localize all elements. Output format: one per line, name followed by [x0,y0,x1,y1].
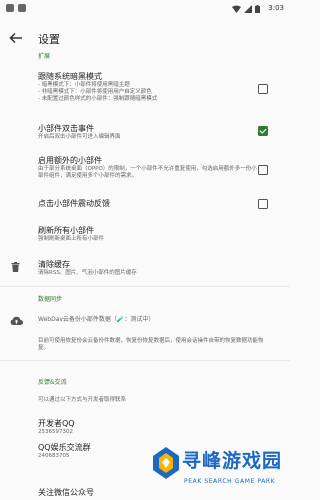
sync-note: 目前可使用恢复份会云备份件数据，恢复份恢复数据后，使用会话操件自带的恢复数据功能… [38,338,264,351]
webdav-backup-item[interactable]: WebDav云备份小部件数据（🧪：测试中） [38,316,258,323]
section-header-expand: 扩展 [38,53,51,60]
webdav-backup-label: WebDav云备份小部件数据（🧪：测试中） [38,316,155,323]
setting-subtitle: 由于部分系统桌面（OPPO）的限制，一个小部件不允许重复使用，勾选启用额外多一份… [38,166,257,179]
setting-title: 清除缓存 [38,260,70,269]
watermark-text-cn: 寻峰游戏园 [182,450,283,472]
developer-qq-value: 2536597302 [38,429,73,435]
notification-icons [6,4,26,12]
status-bar: 3:03 [0,0,290,22]
contact-intro: 可以通过以下方式与开发者取得联系 [38,397,127,403]
setting-double-click[interactable]: 小部件双击事件 开启后双击小部件可进入编辑界面 [38,124,258,141]
divider [0,360,290,361]
setting-follow-dark-mode[interactable]: 跟随系统暗黑模式 - 暗黑模式下：小部件将使用黑暗主题 - 非暗黑模式下：小部件… [38,72,258,103]
notification-icon [6,4,14,12]
notification-icon [18,4,26,12]
setting-clear-cache[interactable]: 清除缓存 清除RSS、图片、气泡小部件的图片缓存 [38,260,258,277]
setting-subtitle: 开启后双击小部件可进入编辑界面 [38,134,121,140]
signal-icon [244,5,252,13]
section-header-feedback: 反馈&交流 [38,379,67,386]
follow-dark-mode-checkbox[interactable] [258,84,268,94]
setting-title: 刷新所有小部件 [38,226,94,235]
watermark-text-en: PEAK SEARCH GAME PARK [184,478,276,485]
setting-subtitle: 强制刷新桌面上所有小部件 [38,236,105,242]
setting-title: 启用额外的小部件 [38,156,102,165]
setting-extra-widget[interactable]: 启用额外的小部件 由于部分系统桌面（OPPO）的限制，一个小部件不允许重复使用，… [38,156,258,180]
vibrate-feedback-checkbox[interactable] [258,199,268,209]
back-arrow-icon[interactable] [8,30,24,46]
setting-subtitle: 清除RSS、图片、气泡小部件的图片缓存 [38,270,137,276]
trash-icon [11,262,20,272]
setting-subtitle: - 暗黑模式下：小部件将使用黑暗主题 - 非暗黑模式下：小部件将使用用户自定义颜… [38,82,158,102]
setting-refresh-all[interactable]: 刷新所有小部件 强制刷新桌面上所有小部件 [38,226,258,243]
page-title: 设置 [38,33,60,46]
wifi-icon [232,5,241,13]
system-icons [232,5,260,13]
watermark-logo-icon [153,447,179,479]
divider [0,286,290,287]
developer-qq-item[interactable]: 开发者QQ 2536597302 [38,419,258,436]
double-click-checkbox[interactable] [258,126,268,136]
developer-qq-title: 开发者QQ [38,419,75,428]
setting-title: 点击小部件震动反馈 [38,199,110,208]
watermark: 寻峰游戏园 PEAK SEARCH GAME PARK [150,440,290,500]
setting-title: 跟随系统暗黑模式 [38,72,102,81]
section-header-sync: 数据同步 [38,296,63,303]
battery-icon [255,5,260,13]
status-time: 3:03 [268,4,284,12]
setting-title: 小部件双击事件 [38,124,94,133]
cloud-upload-icon [10,316,23,325]
setting-vibrate-feedback[interactable]: 点击小部件震动反馈 [38,199,258,209]
extra-widget-checkbox[interactable] [258,165,268,175]
